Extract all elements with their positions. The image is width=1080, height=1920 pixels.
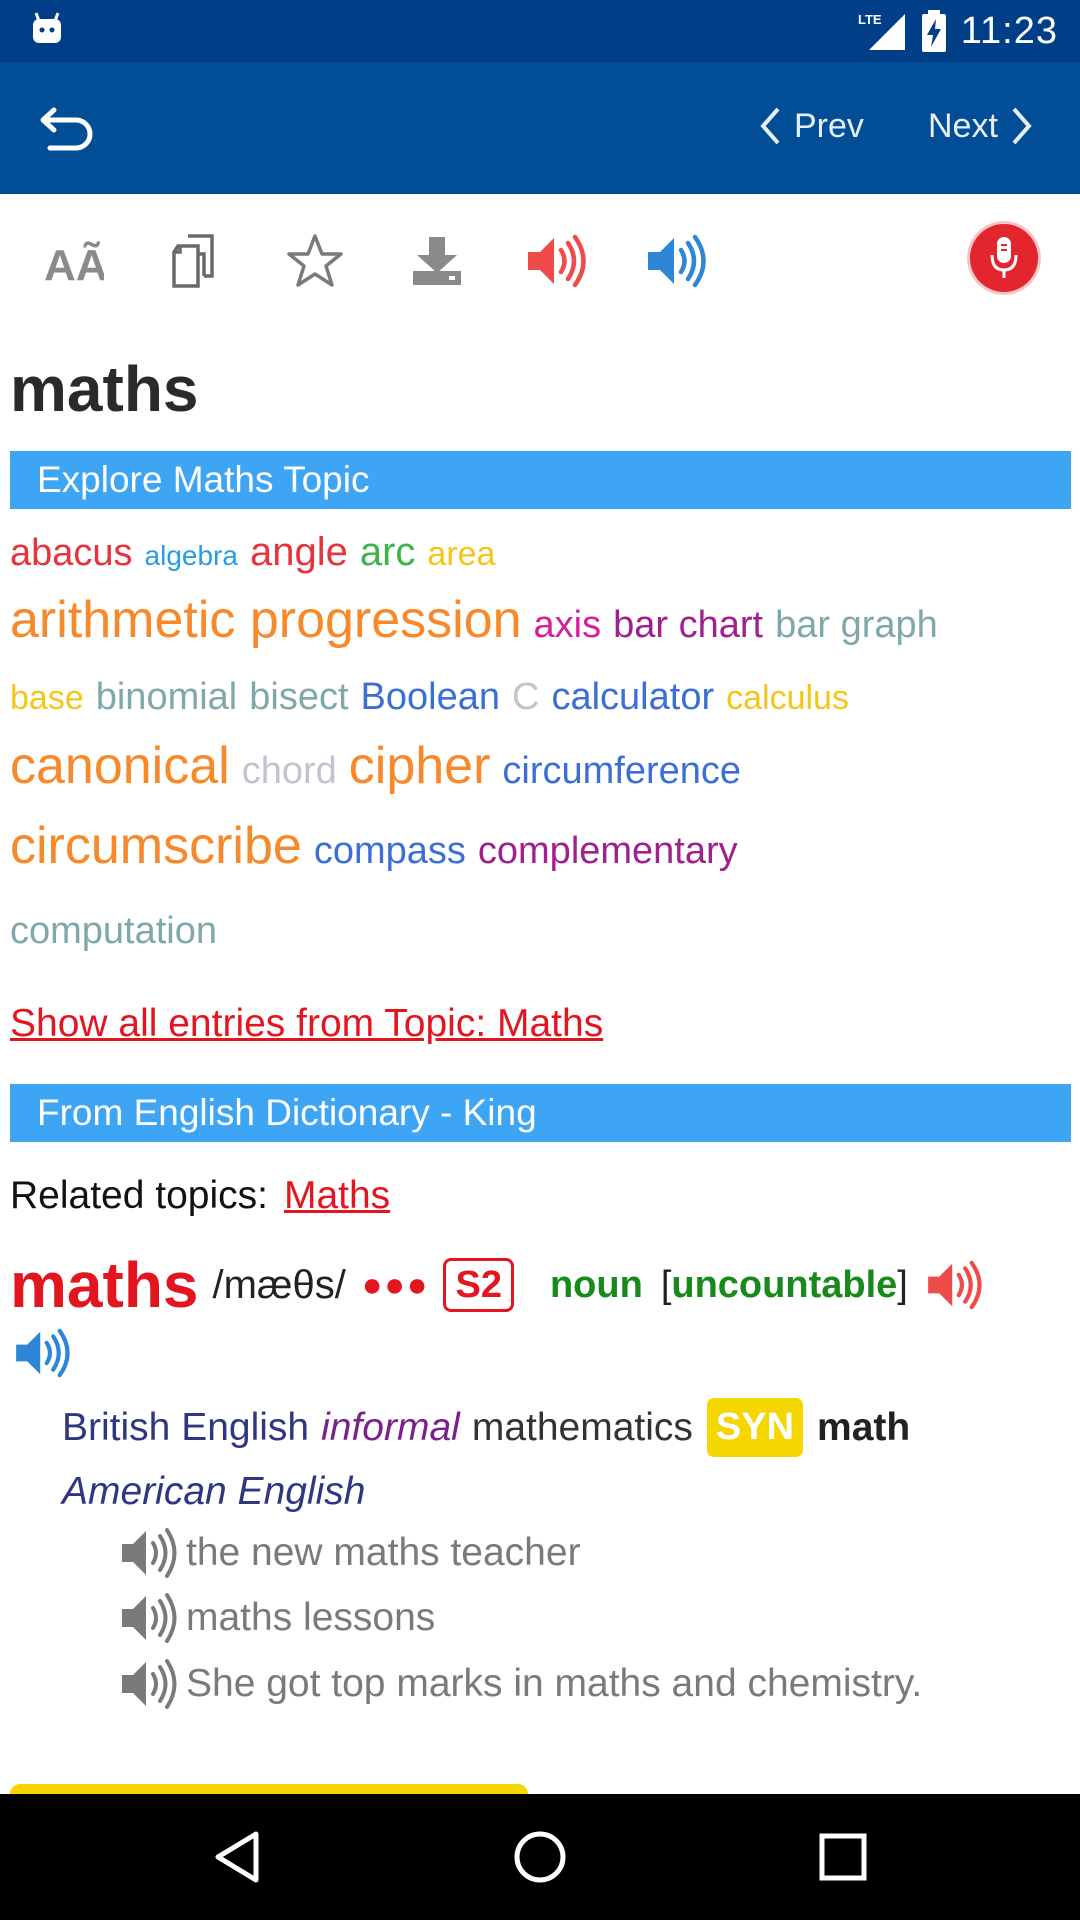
copy-button[interactable] — [164, 230, 226, 292]
download-button[interactable] — [406, 230, 468, 292]
speaker-icon[interactable] — [120, 1528, 182, 1578]
entry-header: maths /mæθs/ ●●● S2 noun [uncountable] — [10, 1245, 984, 1325]
related-topics-label: Related topics: — [10, 1174, 268, 1217]
back-icon[interactable] — [40, 102, 96, 152]
next-label: Next — [928, 106, 998, 145]
lte-signal-icon: LTE — [858, 12, 905, 50]
topic-row-6: computation — [10, 910, 229, 953]
battery-charging-icon — [921, 10, 946, 52]
nav-recents-icon[interactable] — [810, 1824, 876, 1890]
speaker-icon[interactable] — [120, 1659, 182, 1709]
entry-headword: maths — [10, 1249, 199, 1321]
example-text: maths lessons — [186, 1596, 436, 1639]
star-icon — [287, 234, 343, 287]
prev-label: Prev — [794, 106, 864, 145]
topic-link[interactable]: arithmetic progression — [10, 591, 522, 649]
copy-icon — [172, 234, 214, 288]
topic-link[interactable]: cipher — [349, 737, 491, 795]
synonym-region: American English — [62, 1470, 366, 1513]
speaker-uk-icon[interactable] — [926, 1260, 984, 1310]
next-section-peek — [10, 1784, 528, 1794]
synonym[interactable]: math — [817, 1406, 910, 1450]
svg-text:AÃ: AÃ — [44, 240, 104, 286]
speaker-uk-icon — [528, 234, 586, 288]
nav-home-icon[interactable] — [507, 1824, 573, 1890]
topic-row-3: base binomial bisect Boolean Ccalculator calc… — [10, 676, 861, 719]
topic-link[interactable]: C — [512, 676, 539, 718]
topic-link[interactable]: chord — [242, 750, 337, 792]
chevron-right-icon — [1012, 107, 1032, 145]
topic-link[interactable]: abacus — [10, 532, 133, 574]
app-bar: Prev Next — [0, 62, 1080, 194]
definition-text: mathematics — [471, 1405, 693, 1449]
favorite-button[interactable] — [284, 230, 346, 292]
microphone-icon — [990, 237, 1018, 278]
dictionary-header: From English Dictionary - King — [10, 1084, 1071, 1142]
example-sentence[interactable]: maths lessons — [120, 1593, 435, 1643]
explore-topic-header: Explore Maths Topic — [10, 451, 1071, 509]
next-button[interactable]: Next — [928, 106, 1034, 146]
topic-link[interactable]: area — [427, 535, 495, 573]
topic-link[interactable]: bar chart — [613, 604, 763, 646]
nav-back-icon[interactable] — [206, 1824, 272, 1890]
speaker-us-icon[interactable] — [14, 1328, 72, 1378]
us-audio-button[interactable] — [646, 230, 708, 292]
frequency-dots: ●●● — [361, 1265, 430, 1304]
related-topic-link[interactable]: Maths — [284, 1174, 390, 1217]
topic-link[interactable]: canonical — [10, 737, 230, 795]
part-of-speech: noun — [549, 1263, 643, 1306]
topic-link[interactable]: calculator — [551, 676, 714, 718]
speaker-icon[interactable] — [120, 1593, 182, 1643]
svg-text:LTE: LTE — [858, 12, 882, 27]
example-sentence[interactable]: the new maths teacher — [120, 1528, 581, 1578]
topic-link[interactable]: bar graph — [775, 604, 938, 646]
example-sentence[interactable]: She got top marks in maths and chemistry… — [120, 1659, 922, 1709]
font-size-icon: AÃ — [44, 240, 104, 286]
topic-row-2: arithmetic progression axis bar chart bar g… — [10, 590, 950, 650]
pronunciation: /mæθs/ — [212, 1262, 346, 1307]
toolbar: AÃ — [0, 194, 1080, 324]
chevron-left-icon — [760, 107, 780, 145]
topic-link[interactable]: bisect — [249, 676, 348, 718]
topic-link[interactable]: circumference — [502, 750, 741, 792]
uk-audio-button[interactable] — [526, 230, 588, 292]
register-label: informal — [321, 1405, 460, 1449]
font-size-button[interactable]: AÃ — [42, 230, 104, 292]
system-nav-bar — [0, 1794, 1080, 1920]
topic-link[interactable]: compass — [314, 830, 466, 872]
topic-row-5: circumscribe compass complementary — [10, 816, 750, 876]
voice-search-button[interactable] — [970, 224, 1038, 292]
android-icon — [33, 12, 61, 43]
topic-row-4: canonical chord cipher circumference — [10, 736, 753, 796]
speaker-us-icon — [648, 234, 706, 288]
example-text: the new maths teacher — [186, 1531, 581, 1574]
topic-link[interactable]: complementary — [478, 830, 738, 872]
level-badge: S2 — [443, 1258, 514, 1312]
topic-link[interactable]: base — [10, 679, 84, 717]
topic-link[interactable]: circumscribe — [10, 817, 302, 875]
topic-link[interactable]: arc — [360, 530, 416, 574]
topic-row-1: abacus algebra angle arc area — [10, 530, 507, 575]
download-icon — [413, 237, 461, 285]
related-topics: Related topics: Maths — [10, 1174, 390, 1218]
topic-link[interactable]: binomial — [96, 676, 238, 718]
example-text: She got top marks in maths and chemistry… — [186, 1662, 923, 1705]
topic-link[interactable]: axis — [534, 604, 602, 646]
topic-link[interactable]: algebra — [145, 540, 238, 571]
page-title: maths — [10, 353, 199, 425]
region-label: British English — [62, 1405, 310, 1449]
status-right: LTE 11:23 — [857, 8, 1058, 54]
status-bar: LTE 11:23 — [0, 0, 1080, 62]
grammar-code: [uncountable] — [660, 1263, 908, 1306]
show-all-entries-link[interactable]: Show all entries from Topic: Maths — [10, 1002, 603, 1046]
syn-badge: SYN — [706, 1398, 804, 1457]
topic-link[interactable]: computation — [10, 910, 217, 952]
topic-link[interactable]: angle — [250, 530, 348, 574]
topic-link[interactable]: calculus — [726, 679, 849, 717]
definition: British English informal mathematics SYN… — [62, 1398, 910, 1457]
topic-link[interactable]: Boolean — [361, 676, 500, 718]
clock: 11:23 — [960, 9, 1058, 52]
prev-button[interactable]: Prev — [758, 106, 864, 146]
